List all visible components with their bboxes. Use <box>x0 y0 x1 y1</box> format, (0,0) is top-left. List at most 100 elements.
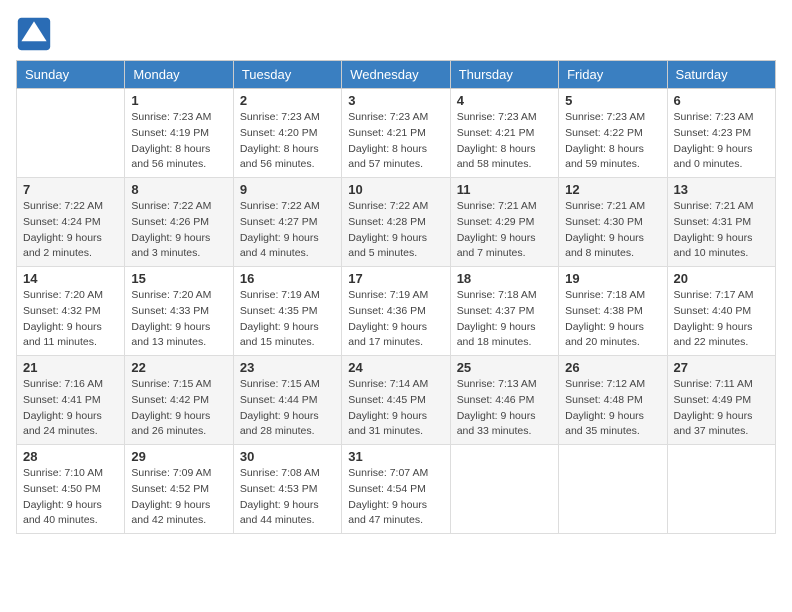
calendar-cell: 4 Sunrise: 7:23 AM Sunset: 4:21 PM Daylig… <box>450 89 558 178</box>
calendar-cell: 31Sunrise: 7:07 AM Sunset: 4:54 PM Dayli… <box>342 445 450 534</box>
day-info: Sunrise: 7:23 AM Sunset: 4:21 PM Dayligh… <box>457 110 552 173</box>
day-info: Sunrise: 7:09 AM Sunset: 4:52 PM Dayligh… <box>131 466 226 529</box>
calendar-cell: 7 Sunrise: 7:22 AM Sunset: 4:24 PM Daylig… <box>17 178 125 267</box>
day-number: 11 <box>457 182 552 197</box>
calendar-cell: 23 Sunrise: 7:15 AM Sunset: 4:44 PM Dayli… <box>233 356 341 445</box>
calendar-cell: 28 Sunrise: 7:10 AM Sunset: 4:50 PM Dayli… <box>17 445 125 534</box>
calendar-cell: 8Sunrise: 7:22 AM Sunset: 4:26 PM Daylig… <box>125 178 233 267</box>
day-number: 5 <box>565 93 660 108</box>
day-number: 25 <box>457 360 552 375</box>
week-row-2: 7 Sunrise: 7:22 AM Sunset: 4:24 PM Daylig… <box>17 178 776 267</box>
logo-icon <box>16 16 52 52</box>
header-monday: Monday <box>125 61 233 89</box>
day-number: 28 <box>23 449 118 464</box>
day-number: 17 <box>348 271 443 286</box>
day-info: Sunrise: 7:17 AM Sunset: 4:40 PM Dayligh… <box>674 288 769 351</box>
day-number: 13 <box>674 182 769 197</box>
calendar-cell <box>450 445 558 534</box>
calendar-cell: 17 Sunrise: 7:19 AM Sunset: 4:36 PM Dayli… <box>342 267 450 356</box>
day-info: Sunrise: 7:20 AM Sunset: 4:32 PM Dayligh… <box>23 288 118 351</box>
day-number: 23 <box>240 360 335 375</box>
calendar-cell: 6 Sunrise: 7:23 AM Sunset: 4:23 PM Daylig… <box>667 89 775 178</box>
day-info: Sunrise: 7:23 AM Sunset: 4:23 PM Dayligh… <box>674 110 769 173</box>
day-number: 15 <box>131 271 226 286</box>
calendar-cell: 19Sunrise: 7:18 AM Sunset: 4:38 PM Dayli… <box>559 267 667 356</box>
day-info: Sunrise: 7:13 AM Sunset: 4:46 PM Dayligh… <box>457 377 552 440</box>
page-header <box>16 16 776 52</box>
calendar-cell: 27 Sunrise: 7:11 AM Sunset: 4:49 PM Dayli… <box>667 356 775 445</box>
day-number: 9 <box>240 182 335 197</box>
day-number: 22 <box>131 360 226 375</box>
calendar-cell: 9 Sunrise: 7:22 AM Sunset: 4:27 PM Daylig… <box>233 178 341 267</box>
day-info: Sunrise: 7:08 AM Sunset: 4:53 PM Dayligh… <box>240 466 335 529</box>
calendar-cell: 26Sunrise: 7:12 AM Sunset: 4:48 PM Dayli… <box>559 356 667 445</box>
calendar-cell: 29 Sunrise: 7:09 AM Sunset: 4:52 PM Dayli… <box>125 445 233 534</box>
header-wednesday: Wednesday <box>342 61 450 89</box>
calendar-cell: 30 Sunrise: 7:08 AM Sunset: 4:53 PM Dayli… <box>233 445 341 534</box>
day-number: 2 <box>240 93 335 108</box>
day-info: Sunrise: 7:23 AM Sunset: 4:20 PM Dayligh… <box>240 110 335 173</box>
day-info: Sunrise: 7:15 AM Sunset: 4:44 PM Dayligh… <box>240 377 335 440</box>
calendar-cell: 15 Sunrise: 7:20 AM Sunset: 4:33 PM Dayli… <box>125 267 233 356</box>
day-info: Sunrise: 7:10 AM Sunset: 4:50 PM Dayligh… <box>23 466 118 529</box>
calendar-cell: 16 Sunrise: 7:19 AM Sunset: 4:35 PM Dayli… <box>233 267 341 356</box>
day-number: 26 <box>565 360 660 375</box>
day-info: Sunrise: 7:23 AM Sunset: 4:19 PM Dayligh… <box>131 110 226 173</box>
calendar-cell: 5 Sunrise: 7:23 AM Sunset: 4:22 PM Daylig… <box>559 89 667 178</box>
day-number: 30 <box>240 449 335 464</box>
day-number: 27 <box>674 360 769 375</box>
calendar-cell: 25 Sunrise: 7:13 AM Sunset: 4:46 PM Dayli… <box>450 356 558 445</box>
calendar-cell: 10Sunrise: 7:22 AM Sunset: 4:28 PM Dayli… <box>342 178 450 267</box>
calendar-cell: 11 Sunrise: 7:21 AM Sunset: 4:29 PM Dayli… <box>450 178 558 267</box>
calendar-cell: 12 Sunrise: 7:21 AM Sunset: 4:30 PM Dayli… <box>559 178 667 267</box>
day-number: 7 <box>23 182 118 197</box>
header-tuesday: Tuesday <box>233 61 341 89</box>
header-sunday: Sunday <box>17 61 125 89</box>
header-friday: Friday <box>559 61 667 89</box>
day-info: Sunrise: 7:18 AM Sunset: 4:38 PM Dayligh… <box>565 288 660 351</box>
calendar-table: SundayMondayTuesdayWednesdayThursdayFrid… <box>16 60 776 534</box>
calendar-header-row: SundayMondayTuesdayWednesdayThursdayFrid… <box>17 61 776 89</box>
day-number: 20 <box>674 271 769 286</box>
calendar-cell <box>559 445 667 534</box>
day-info: Sunrise: 7:23 AM Sunset: 4:21 PM Dayligh… <box>348 110 443 173</box>
day-info: Sunrise: 7:23 AM Sunset: 4:22 PM Dayligh… <box>565 110 660 173</box>
day-info: Sunrise: 7:19 AM Sunset: 4:36 PM Dayligh… <box>348 288 443 351</box>
week-row-5: 28 Sunrise: 7:10 AM Sunset: 4:50 PM Dayli… <box>17 445 776 534</box>
day-info: Sunrise: 7:18 AM Sunset: 4:37 PM Dayligh… <box>457 288 552 351</box>
day-info: Sunrise: 7:11 AM Sunset: 4:49 PM Dayligh… <box>674 377 769 440</box>
day-number: 14 <box>23 271 118 286</box>
day-number: 6 <box>674 93 769 108</box>
day-info: Sunrise: 7:21 AM Sunset: 4:30 PM Dayligh… <box>565 199 660 262</box>
week-row-4: 21Sunrise: 7:16 AM Sunset: 4:41 PM Dayli… <box>17 356 776 445</box>
day-info: Sunrise: 7:22 AM Sunset: 4:27 PM Dayligh… <box>240 199 335 262</box>
day-info: Sunrise: 7:15 AM Sunset: 4:42 PM Dayligh… <box>131 377 226 440</box>
header-saturday: Saturday <box>667 61 775 89</box>
header-thursday: Thursday <box>450 61 558 89</box>
day-number: 1 <box>131 93 226 108</box>
day-number: 12 <box>565 182 660 197</box>
calendar-cell: 14 Sunrise: 7:20 AM Sunset: 4:32 PM Dayli… <box>17 267 125 356</box>
day-info: Sunrise: 7:07 AM Sunset: 4:54 PM Dayligh… <box>348 466 443 529</box>
day-number: 4 <box>457 93 552 108</box>
week-row-3: 14 Sunrise: 7:20 AM Sunset: 4:32 PM Dayli… <box>17 267 776 356</box>
day-info: Sunrise: 7:16 AM Sunset: 4:41 PM Dayligh… <box>23 377 118 440</box>
day-info: Sunrise: 7:19 AM Sunset: 4:35 PM Dayligh… <box>240 288 335 351</box>
calendar-cell: 1 Sunrise: 7:23 AM Sunset: 4:19 PM Daylig… <box>125 89 233 178</box>
calendar-cell <box>667 445 775 534</box>
day-info: Sunrise: 7:14 AM Sunset: 4:45 PM Dayligh… <box>348 377 443 440</box>
calendar-cell: 22 Sunrise: 7:15 AM Sunset: 4:42 PM Dayli… <box>125 356 233 445</box>
day-number: 29 <box>131 449 226 464</box>
day-number: 3 <box>348 93 443 108</box>
week-row-1: 1 Sunrise: 7:23 AM Sunset: 4:19 PM Daylig… <box>17 89 776 178</box>
day-info: Sunrise: 7:22 AM Sunset: 4:28 PM Dayligh… <box>348 199 443 262</box>
day-number: 16 <box>240 271 335 286</box>
day-info: Sunrise: 7:22 AM Sunset: 4:24 PM Dayligh… <box>23 199 118 262</box>
day-info: Sunrise: 7:20 AM Sunset: 4:33 PM Dayligh… <box>131 288 226 351</box>
day-number: 8 <box>131 182 226 197</box>
day-number: 18 <box>457 271 552 286</box>
logo <box>16 16 56 52</box>
day-info: Sunrise: 7:21 AM Sunset: 4:31 PM Dayligh… <box>674 199 769 262</box>
day-info: Sunrise: 7:21 AM Sunset: 4:29 PM Dayligh… <box>457 199 552 262</box>
calendar-cell: 20 Sunrise: 7:17 AM Sunset: 4:40 PM Dayli… <box>667 267 775 356</box>
